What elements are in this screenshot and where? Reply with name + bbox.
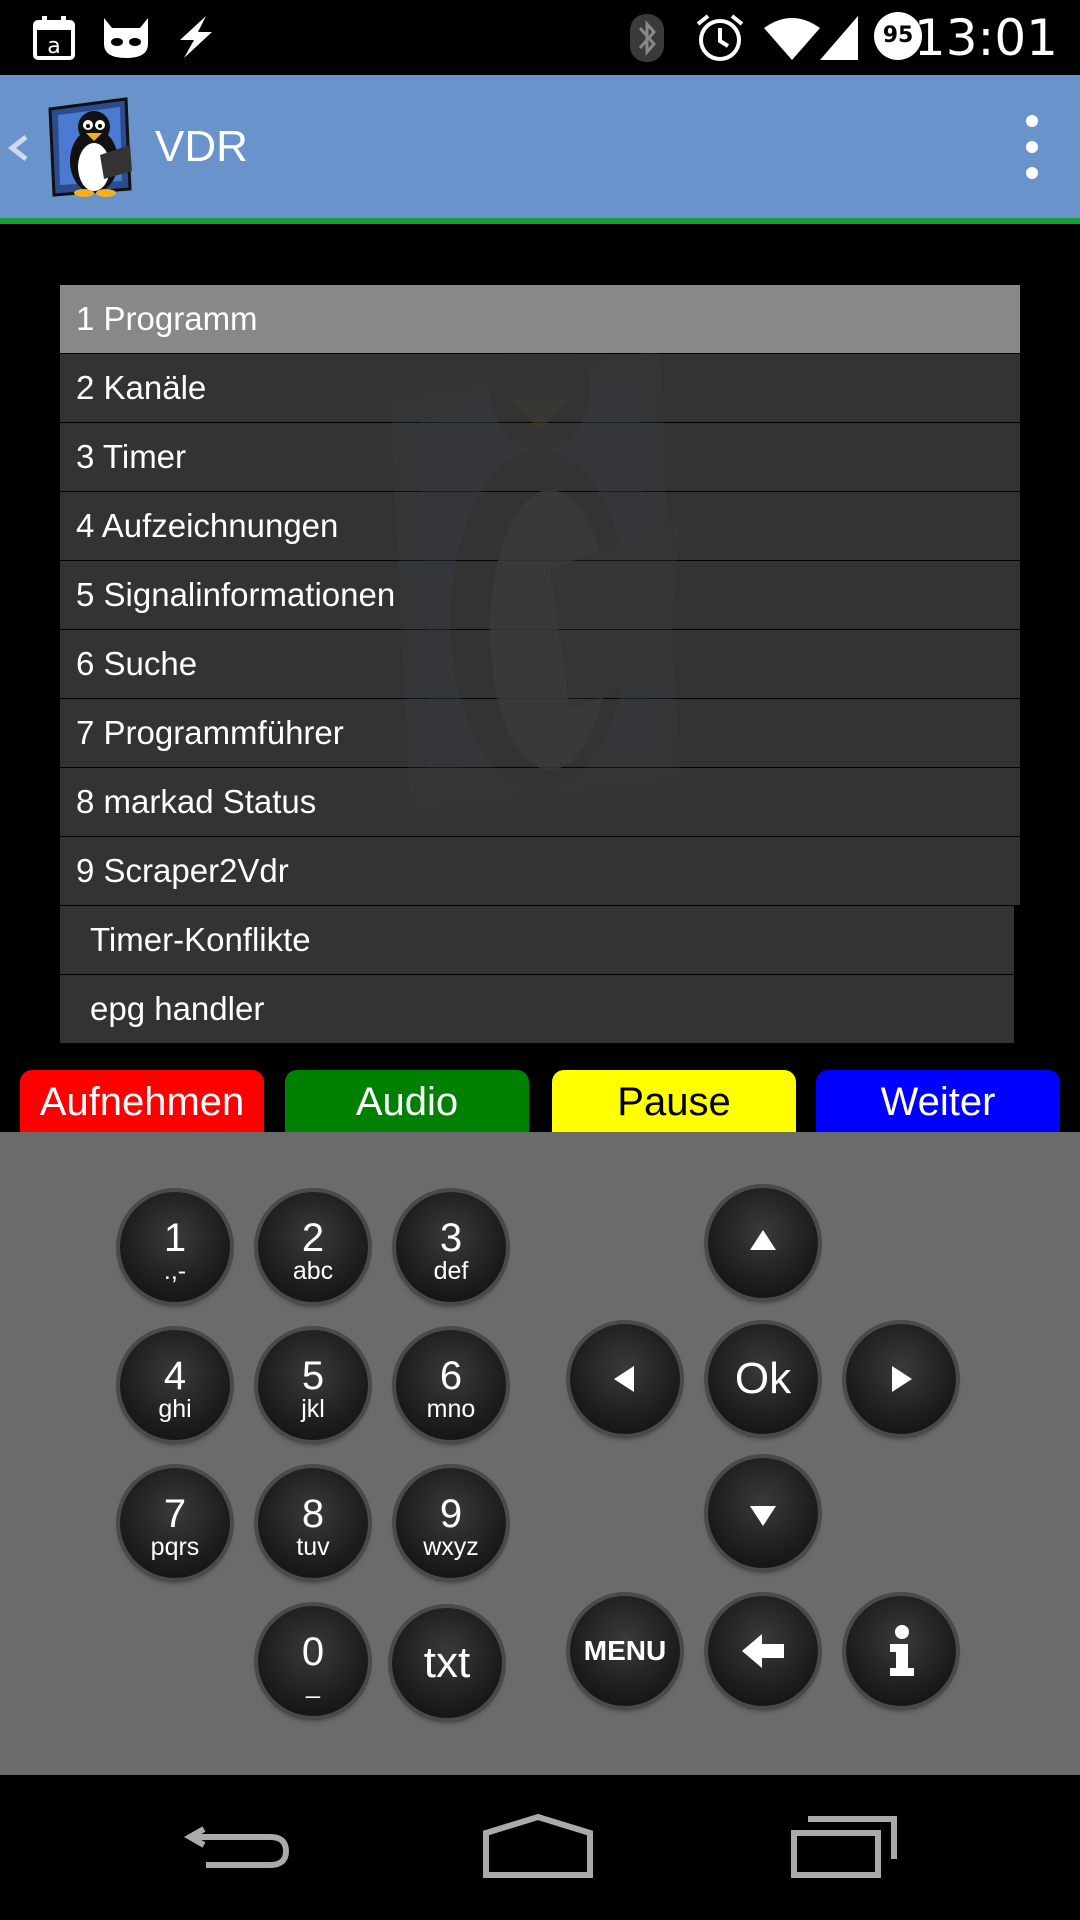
key-ok[interactable]: Ok [708, 1324, 818, 1434]
key-left[interactable] [570, 1324, 680, 1434]
status-bar: a 95 13:01 [0, 0, 1080, 75]
nav-home-icon[interactable] [482, 1813, 594, 1879]
bluetooth-icon [630, 14, 664, 62]
red-button-aufnehmen[interactable]: Aufnehmen [20, 1070, 264, 1132]
flash-icon [180, 16, 212, 58]
arrow-right-icon [892, 1366, 912, 1392]
key-1-letters: .,- [163, 1257, 187, 1285]
key-5[interactable]: 5 jkl [258, 1330, 368, 1440]
alarm-icon [696, 14, 744, 61]
key-menu[interactable]: MENU [570, 1596, 680, 1706]
overflow-menu-icon[interactable] [1012, 115, 1052, 185]
key-txt[interactable]: txt [392, 1608, 502, 1718]
arrow-left-icon [614, 1366, 634, 1392]
key-right[interactable] [846, 1324, 956, 1434]
key-3-letters: def [433, 1257, 469, 1285]
key-2-number: 2 [301, 1216, 325, 1260]
key-down[interactable] [708, 1458, 818, 1568]
battery-level: 95 [882, 23, 914, 48]
menu-item-kanaele[interactable]: 2 Kanäle [60, 354, 1020, 422]
key-7-letters: pqrs [150, 1533, 200, 1561]
cyanogen-icon [104, 18, 148, 58]
wifi-icon [764, 18, 820, 60]
arrow-up-icon [750, 1230, 776, 1250]
key-0-number: 0 [301, 1630, 325, 1674]
key-3[interactable]: 3 def [396, 1192, 506, 1302]
key-9-letters: wxyz [423, 1533, 479, 1561]
key-5-number: 5 [301, 1354, 325, 1398]
nav-recents-icon[interactable] [790, 1815, 900, 1879]
nav-back-icon[interactable] [182, 1815, 292, 1875]
key-9-number: 9 [439, 1492, 463, 1536]
remote-keypad: 1 .,- 2 abc 3 def 4 ghi 5 jkl 6 mno 7 pq… [0, 1132, 1080, 1775]
key-txt-label: txt [423, 1638, 471, 1687]
signal-icon [820, 16, 858, 60]
green-button-audio[interactable]: Audio [285, 1070, 529, 1132]
menu-list: 1 Programm 2 Kanäle 3 Timer 4 Aufzeichnu… [60, 285, 1020, 1044]
menu-item-timer-konflikte[interactable]: Timer-Konflikte [60, 906, 1014, 974]
blue-button-weiter[interactable]: Weiter [816, 1070, 1060, 1132]
key-up[interactable] [708, 1188, 818, 1298]
key-7[interactable]: 7 pqrs [120, 1468, 230, 1578]
menu-item-signalinformationen[interactable]: 5 Signalinformationen [60, 561, 1020, 629]
key-menu-label: MENU [583, 1635, 667, 1666]
key-7-number: 7 [163, 1492, 187, 1536]
color-button-row: Aufnehmen Audio Pause Weiter [0, 1070, 1080, 1132]
up-chevron-icon[interactable] [6, 135, 32, 161]
menu-item-aufzeichnungen[interactable]: 4 Aufzeichnungen [60, 492, 1020, 560]
info-icon [890, 1625, 914, 1676]
key-5-letters: jkl [301, 1395, 325, 1423]
navigation-bar [0, 1775, 1080, 1920]
clock: 13:01 [913, 9, 1058, 67]
menu-item-programm[interactable]: 1 Programm [60, 285, 1020, 353]
key-ok-label: Ok [734, 1354, 792, 1403]
key-1[interactable]: 1 .,- [120, 1192, 230, 1302]
menu-item-programmfuehrer[interactable]: 7 Programmführer [60, 699, 1020, 767]
key-2[interactable]: 2 abc [258, 1192, 368, 1302]
app-bar: VDR [0, 75, 1080, 220]
key-info[interactable] [846, 1596, 956, 1706]
tux-logo-icon[interactable] [44, 97, 144, 201]
menu-item-suche[interactable]: 6 Suche [60, 630, 1020, 698]
arrow-down-icon [750, 1506, 776, 1526]
key-back[interactable] [708, 1596, 818, 1706]
app-title: VDR [155, 122, 248, 171]
key-9[interactable]: 9 wxyz [396, 1468, 506, 1578]
key-2-letters: abc [292, 1257, 334, 1285]
menu-item-epg-handler[interactable]: epg handler [60, 975, 1014, 1043]
key-8-number: 8 [301, 1492, 325, 1536]
svg-text:a: a [47, 34, 60, 59]
menu-item-timer[interactable]: 3 Timer [60, 423, 1020, 491]
back-arrow-icon [742, 1634, 784, 1668]
key-0[interactable]: 0 _ [258, 1606, 368, 1716]
key-6-letters: mno [426, 1395, 476, 1423]
key-4-number: 4 [163, 1354, 187, 1398]
key-4[interactable]: 4 ghi [120, 1330, 230, 1440]
key-6[interactable]: 6 mno [396, 1330, 506, 1440]
key-6-number: 6 [439, 1354, 463, 1398]
key-1-number: 1 [163, 1216, 187, 1260]
key-0-letters: _ [306, 1671, 320, 1699]
key-3-number: 3 [439, 1216, 463, 1260]
key-8-letters: tuv [296, 1533, 330, 1561]
key-8[interactable]: 8 tuv [258, 1468, 368, 1578]
calendar-icon: a [33, 16, 75, 60]
key-4-letters: ghi [158, 1395, 192, 1423]
yellow-button-pause[interactable]: Pause [552, 1070, 796, 1132]
menu-item-scraper2vdr[interactable]: 9 Scraper2Vdr [60, 837, 1020, 905]
menu-item-markad-status[interactable]: 8 markad Status [60, 768, 1020, 836]
